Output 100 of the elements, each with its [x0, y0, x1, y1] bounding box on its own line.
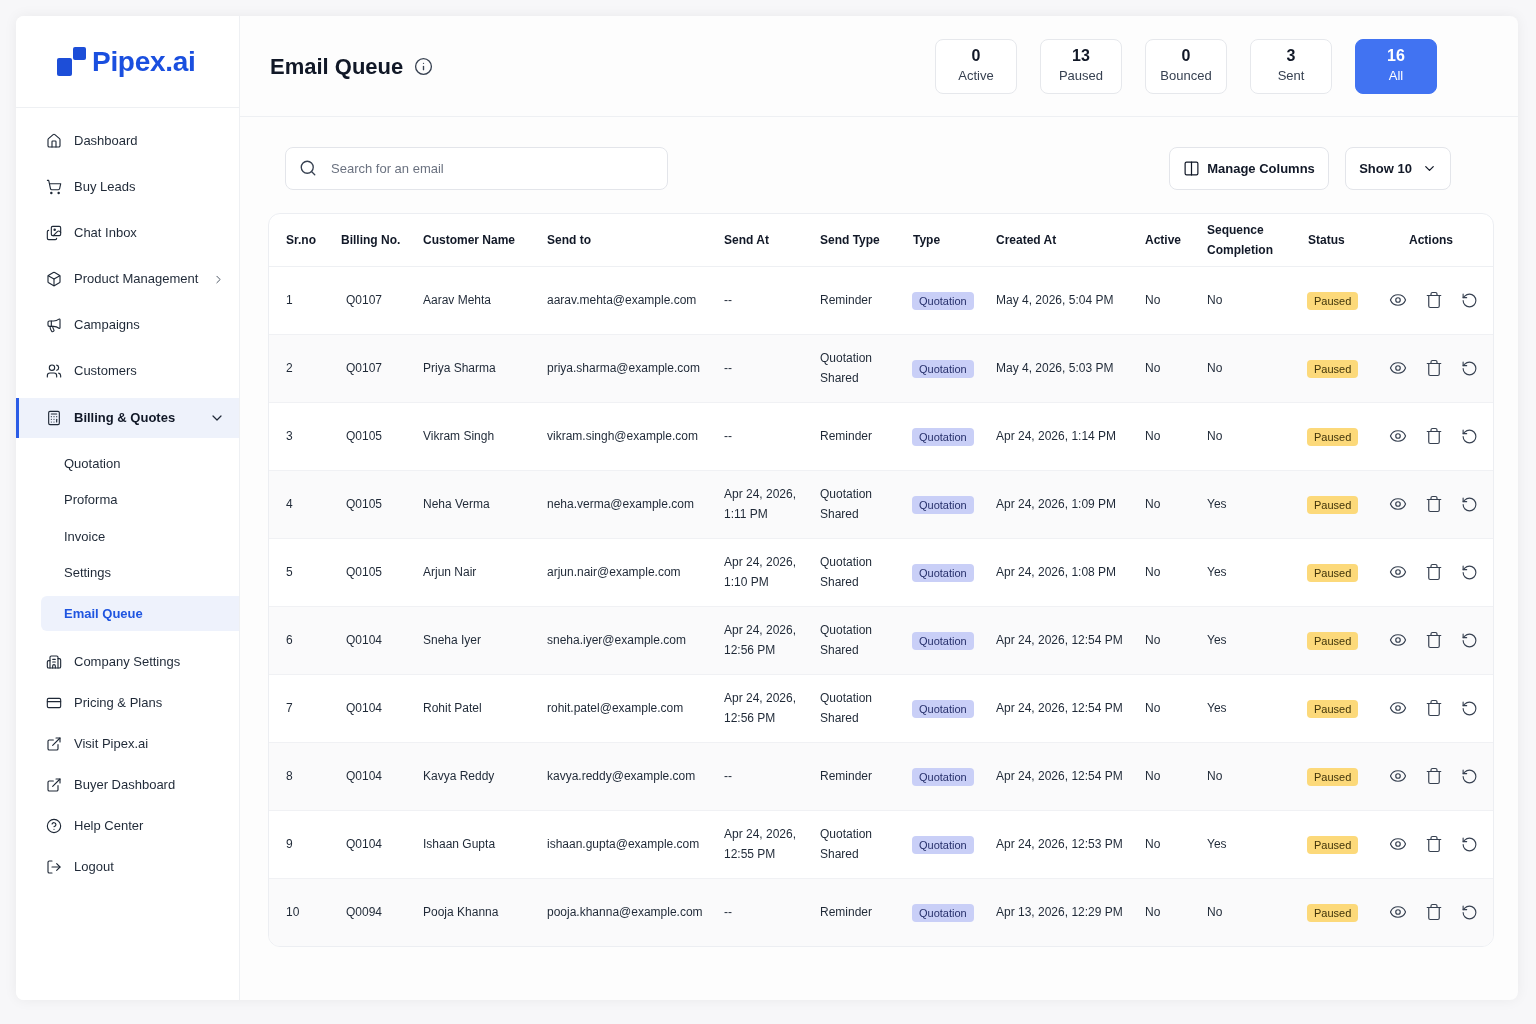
page-size-dropdown[interactable]: Show 10	[1345, 147, 1451, 190]
status-filter[interactable]: 13 Paused	[1040, 38, 1122, 94]
table-cell: No	[1128, 606, 1190, 674]
type-badge: Quotation	[912, 836, 974, 854]
table-cell: No	[1128, 470, 1190, 538]
eye-icon	[1388, 359, 1407, 377]
table-cell: Apr 24, 2026, 1:08 PM	[979, 538, 1128, 606]
manage-columns-button[interactable]: Manage Columns	[1169, 147, 1329, 190]
page-title: Email Queue	[270, 52, 404, 81]
eye-icon	[1388, 835, 1407, 853]
column-header: Status	[1291, 214, 1373, 266]
rotate-icon	[1460, 495, 1478, 513]
rotate-icon	[1460, 631, 1478, 649]
table-cell: Apr 24, 2026, 12:54 PM	[979, 742, 1128, 810]
status-filter[interactable]: 3 Sent	[1250, 38, 1332, 94]
type-badge: Quotation	[912, 632, 974, 650]
status-badge: Paused	[1307, 564, 1359, 582]
rotate-icon	[1460, 359, 1478, 377]
cart-icon	[46, 179, 62, 195]
table-cell: Apr 24, 2026, 12:55 PM	[707, 810, 803, 878]
eye-icon	[1388, 563, 1407, 581]
status-badge: Paused	[1307, 360, 1359, 378]
nav-subitem[interactable]: Quotation	[41, 445, 239, 482]
table-cell: Q0107	[324, 334, 406, 402]
table-cell: Quotation Shared	[803, 674, 896, 742]
table-cell: 7	[269, 674, 324, 742]
nav-item[interactable]: Pricing & Plans	[16, 682, 239, 723]
table-cell: 1	[269, 266, 324, 334]
search-field[interactable]: Search for an email	[285, 147, 668, 190]
table-cell: priya.sharma@example.com	[530, 334, 707, 402]
column-header: Actions	[1373, 214, 1493, 266]
eye-icon	[1388, 427, 1407, 445]
nav-item[interactable]: Billing & Quotes	[16, 398, 239, 438]
external-link-icon	[46, 735, 62, 752]
column-header: Active	[1128, 214, 1190, 266]
nav-subitem[interactable]: Settings	[41, 554, 239, 591]
logout-icon	[46, 858, 62, 875]
table-cell: Q0104	[324, 674, 406, 742]
eye-icon	[1388, 495, 1407, 513]
table-cell: No	[1190, 742, 1291, 810]
trash-icon	[1424, 767, 1443, 785]
table-cell: No	[1190, 266, 1291, 334]
column-header: Billing No.	[324, 214, 406, 266]
table-cell: vikram.singh@example.com	[530, 402, 707, 470]
status-filter[interactable]: 16 All	[1355, 38, 1437, 94]
nav-subitem[interactable]: Invoice	[41, 518, 239, 555]
table-cell: 5	[269, 538, 324, 606]
nav-item[interactable]: Chat Inbox	[16, 210, 239, 256]
table-cell: Quotation Shared	[803, 470, 896, 538]
eye-icon	[1388, 767, 1407, 785]
rotate-icon	[1460, 767, 1478, 785]
cube-icon	[46, 271, 62, 287]
table-cell: 3	[269, 402, 324, 470]
rotate-icon	[1460, 291, 1478, 309]
table-cell: Apr 24, 2026, 12:54 PM	[979, 674, 1128, 742]
nav-item[interactable]: Visit Pipex.ai	[16, 723, 239, 764]
trash-icon	[1424, 903, 1443, 922]
nav-item[interactable]: Help Center	[16, 805, 239, 846]
table-cell: sneha.iyer@example.com	[530, 606, 707, 674]
table-cell: arjun.nair@example.com	[530, 538, 707, 606]
table-cell: No	[1128, 538, 1190, 606]
nav-item[interactable]: Dashboard	[16, 118, 239, 164]
table-cell: --	[707, 402, 803, 470]
status-badge: Paused	[1307, 700, 1359, 718]
nav-item[interactable]: Buy Leads	[16, 164, 239, 210]
rotate-icon	[1460, 699, 1478, 717]
table-cell: Q0105	[324, 538, 406, 606]
nav-item[interactable]: Product Management	[16, 256, 239, 302]
nav-item[interactable]: Logout	[16, 846, 239, 887]
table-cell: Q0104	[324, 742, 406, 810]
info-icon[interactable]	[414, 56, 434, 76]
table-cell: Reminder	[803, 266, 896, 334]
table-cell: Neha Verma	[406, 470, 530, 538]
nav-item[interactable]: Buyer Dashboard	[16, 764, 239, 805]
nav-subitem[interactable]: Email Queue	[41, 596, 239, 631]
table-cell: Apr 24, 2026, 1:11 PM	[707, 470, 803, 538]
house-icon	[46, 133, 62, 149]
nav-item[interactable]: Campaigns	[16, 302, 239, 348]
table-cell: Q0104	[324, 606, 406, 674]
status-filter[interactable]: 0 Active	[935, 38, 1017, 94]
table-cell: Sneha Iyer	[406, 606, 530, 674]
table-cell: --	[707, 266, 803, 334]
nav-item[interactable]: Customers	[16, 348, 239, 394]
status-filter[interactable]: 0 Bounced	[1145, 38, 1227, 94]
table-cell: Q0104	[324, 810, 406, 878]
table-cell: Kavya Reddy	[406, 742, 530, 810]
column-header: Send to	[530, 214, 707, 266]
status-badge: Paused	[1307, 496, 1359, 514]
table-cell: Rohit Patel	[406, 674, 530, 742]
table-cell: Q0107	[324, 266, 406, 334]
table-cell: Ishaan Gupta	[406, 810, 530, 878]
rotate-icon	[1460, 563, 1478, 581]
logo-text: Pipex.ai	[92, 47, 196, 76]
table-cell: May 4, 2026, 5:04 PM	[979, 266, 1128, 334]
search-icon	[299, 159, 317, 177]
nav-item[interactable]: Company Settings	[16, 641, 239, 682]
table-cell: No	[1128, 674, 1190, 742]
logo-icon	[57, 47, 86, 76]
nav-subitem[interactable]: Proforma	[41, 481, 239, 518]
table-cell: Apr 24, 2026, 12:56 PM	[707, 674, 803, 742]
